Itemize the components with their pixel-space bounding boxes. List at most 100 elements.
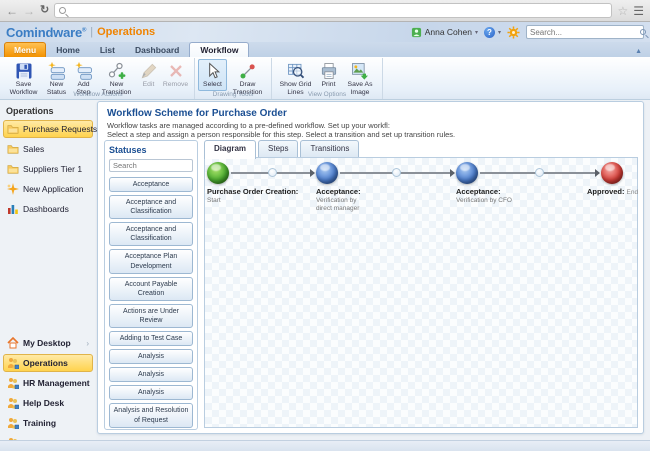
sidebar-spacer	[3, 220, 93, 334]
app-header: Comindware® | Operations Anna Cohen ▾ ? …	[0, 22, 650, 42]
sidebar-workspace-my-desktop[interactable]: My Desktop ›	[3, 334, 93, 352]
image-icon	[350, 61, 370, 81]
sidebar-item-new-application[interactable]: New Application	[3, 180, 93, 198]
status-item[interactable]: Analysis	[109, 367, 193, 382]
workflow-node-acceptance-2[interactable]	[456, 162, 478, 184]
printer-icon	[319, 61, 339, 81]
settings-gear-icon[interactable]	[507, 26, 520, 39]
global-search[interactable]	[526, 25, 644, 39]
status-item[interactable]: Acceptance and Classification	[109, 195, 193, 219]
status-item[interactable]: Analysis	[109, 349, 193, 364]
status-item[interactable]: Account Payable Creation	[109, 277, 193, 301]
ribbon-group-workflow-actions: Save Workflow New Status Add Step	[2, 58, 195, 99]
draw-transition-icon	[238, 61, 258, 81]
user-icon	[411, 27, 422, 38]
help-icon: ?	[484, 27, 495, 38]
sidebar-workspace-help-desk[interactable]: Help Desk	[3, 394, 93, 412]
transition-midpoint[interactable]	[392, 168, 401, 177]
sidebar-workspace-operations[interactable]: Operations	[3, 354, 93, 372]
tab-list[interactable]: List	[90, 43, 125, 57]
workflow-canvas[interactable]: Purchase Order Creation: Start Acceptanc…	[204, 157, 638, 428]
statuses-search-input[interactable]	[109, 159, 193, 172]
tab-diagram[interactable]: Diagram	[204, 140, 256, 159]
sidebar-item-purchase-requests[interactable]: Purchase Requests	[3, 120, 93, 138]
tab-steps[interactable]: Steps	[258, 140, 298, 158]
home-icon	[7, 337, 19, 349]
edit-button[interactable]: Edit	[137, 59, 160, 91]
tab-workflow[interactable]: Workflow	[189, 42, 249, 57]
nav-tab-bar: Menu Home List Dashboard Workflow ▲	[0, 42, 650, 57]
status-item[interactable]: Acceptance Plan Development	[109, 249, 193, 273]
ribbon-group-label: View Options	[272, 91, 382, 98]
ribbon-group-view-options: Show Grid Lines Print Save As Image View…	[272, 58, 383, 99]
tab-transitions[interactable]: Transitions	[300, 140, 359, 158]
address-input[interactable]	[70, 6, 607, 16]
select-tool-button[interactable]: Select	[198, 59, 227, 91]
page-title: Workflow Scheme for Purchase Order	[107, 108, 287, 119]
address-bar[interactable]	[54, 3, 612, 18]
brand-divider: |	[90, 26, 93, 38]
workflow-node-start[interactable]	[207, 162, 229, 184]
ribbon-group-label: Drawing Tools	[195, 91, 271, 98]
product-name: Operations	[97, 26, 155, 38]
print-button[interactable]: Print	[316, 59, 341, 91]
forward-icon[interactable]: →	[23, 5, 35, 17]
status-bar	[0, 440, 650, 451]
workspace-people-icon	[7, 417, 19, 429]
new-transition-icon	[107, 61, 127, 81]
global-search-input[interactable]	[530, 28, 640, 37]
sidebar-item-suppliers-tier-1[interactable]: Suppliers Tier 1	[3, 160, 93, 178]
page-description-line1: Workflow tasks are managed according to …	[107, 121, 390, 130]
node-label: Acceptance:	[316, 187, 361, 196]
diagram-tab-bar: Diagram Steps Transitions	[204, 140, 359, 158]
ribbon-group-label: Workflow Actions	[2, 91, 194, 98]
node-label: Approved:End	[587, 187, 638, 197]
status-item[interactable]: Adding to Test Case	[109, 331, 193, 346]
sidebar-expand-icon[interactable]: ›	[86, 339, 89, 348]
new-status-icon	[47, 61, 67, 81]
workspace-people-icon	[7, 357, 19, 369]
sidebar-header: Operations	[3, 104, 93, 120]
status-item[interactable]: Analysis	[109, 385, 193, 400]
search-icon	[640, 29, 646, 35]
workflow-node-acceptance-1[interactable]	[316, 162, 338, 184]
transition-midpoint[interactable]	[535, 168, 544, 177]
workflow-node-approved[interactable]	[601, 162, 623, 184]
sidebar-item-sales[interactable]: Sales	[3, 140, 93, 158]
bookmark-star-icon[interactable]: ☆	[617, 4, 628, 18]
status-item[interactable]: Actions are Under Review	[109, 304, 193, 328]
user-menu[interactable]: Anna Cohen ▾	[411, 27, 478, 38]
sidebar-workspace-hr-management[interactable]: HR Management	[3, 374, 93, 392]
brand-logo[interactable]: Comindware®	[6, 25, 86, 40]
edit-pencil-icon	[139, 61, 159, 81]
content-area: Operations Purchase Requests Sales Suppl…	[0, 100, 650, 440]
browser-menu-icon[interactable]: ☰	[633, 4, 644, 18]
node-label: Purchase Order Creation:	[207, 187, 298, 196]
browser-toolbar: ← → ↻ ☆ ☰	[0, 0, 650, 22]
status-item[interactable]: Acceptance	[109, 177, 193, 192]
remove-button[interactable]: Remove	[160, 59, 191, 91]
tab-menu[interactable]: Menu	[4, 42, 46, 57]
folder-icon	[7, 143, 19, 155]
reload-icon[interactable]: ↻	[40, 5, 49, 16]
tab-home[interactable]: Home	[46, 43, 90, 57]
page-description-line2: Select a step and assign a person respon…	[107, 130, 455, 139]
node-subtitle: Verification by direct manager	[316, 197, 372, 213]
workspace-people-icon	[7, 377, 19, 389]
transition-midpoint[interactable]	[268, 168, 277, 177]
status-item[interactable]: Acceptance and Classification	[109, 222, 193, 246]
help-menu[interactable]: ? ▾	[484, 27, 501, 38]
statuses-list: Acceptance Acceptance and Classification…	[109, 177, 193, 430]
ribbon-toolbar: Save Workflow New Status Add Step	[0, 57, 650, 100]
sidebar-item-dashboards[interactable]: Dashboards	[3, 200, 93, 218]
status-item[interactable]: Analysis and Resolution of Request	[109, 403, 193, 427]
main-panel: Workflow Scheme for Purchase Order Workf…	[97, 101, 644, 434]
sidebar-workspace-training[interactable]: Training	[3, 414, 93, 432]
help-caret-icon: ▾	[498, 29, 501, 36]
tab-dashboard[interactable]: Dashboard	[125, 43, 189, 57]
node-label: Acceptance:	[456, 187, 501, 196]
user-caret-icon: ▾	[475, 29, 478, 36]
ribbon-collapse-icon[interactable]: ▲	[631, 48, 646, 57]
node-subtitle: Start	[207, 197, 263, 205]
back-icon[interactable]: ←	[6, 5, 18, 17]
